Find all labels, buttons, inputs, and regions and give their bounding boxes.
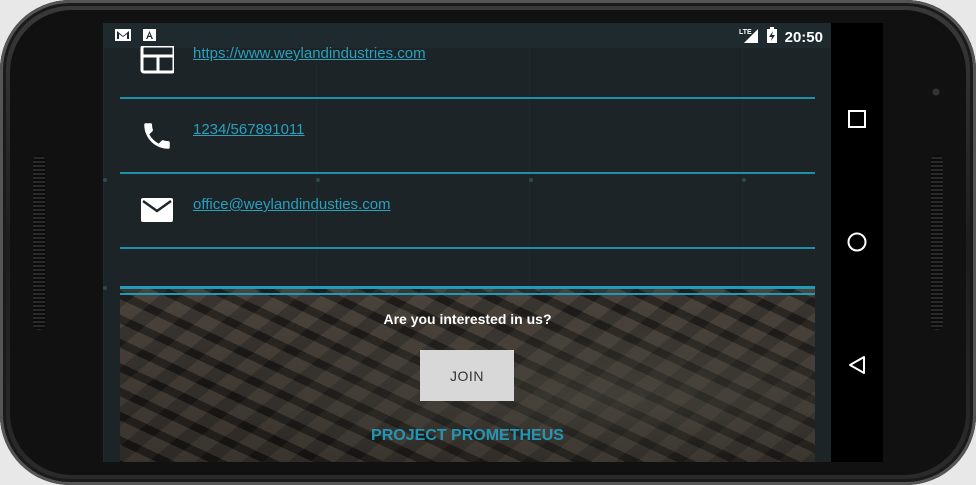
network-label: LTE — [739, 29, 752, 36]
camera — [930, 86, 942, 98]
battery-charging-icon — [766, 27, 777, 47]
a-icon — [143, 28, 156, 46]
grid-dot — [103, 286, 107, 290]
website-link[interactable]: https://www.weylandindustries.com — [193, 45, 426, 62]
lte-signal-icon: LTE — [739, 27, 759, 47]
join-button[interactable]: JOIN — [420, 350, 514, 401]
screen: LTE 20:50 https://www.weylandindustries.… — [103, 23, 883, 462]
mail-icon — [140, 194, 174, 228]
join-banner: Are you interested in us? JOIN PROJECT P… — [120, 286, 815, 462]
contact-row-email: office@weylandindusties.com — [120, 174, 815, 249]
phone-frame: LTE 20:50 https://www.weylandindustries.… — [0, 0, 976, 485]
banner-question: Are you interested in us? — [383, 311, 552, 327]
contact-list: https://www.weylandindustries.com 1234/5… — [120, 44, 815, 249]
phone-icon — [140, 119, 174, 153]
left-speaker — [33, 155, 45, 330]
recents-icon[interactable] — [845, 107, 869, 131]
status-time: 20:50 — [784, 28, 823, 46]
contact-row-phone: 1234/567891011 — [120, 99, 815, 174]
grid-dot — [103, 178, 107, 182]
website-icon — [140, 44, 176, 80]
email-link[interactable]: office@weylandindusties.com — [193, 196, 391, 213]
contact-row-website: https://www.weylandindustries.com — [120, 44, 815, 99]
project-name: PROJECT PROMETHEUS — [371, 427, 564, 444]
right-speaker — [931, 155, 943, 330]
nav-bar — [831, 23, 883, 462]
gmail-icon — [115, 28, 131, 46]
back-icon[interactable] — [845, 353, 869, 377]
app-content[interactable]: https://www.weylandindustries.com 1234/5… — [103, 44, 831, 462]
home-icon[interactable] — [845, 230, 869, 254]
phone-link[interactable]: 1234/567891011 — [193, 121, 305, 138]
